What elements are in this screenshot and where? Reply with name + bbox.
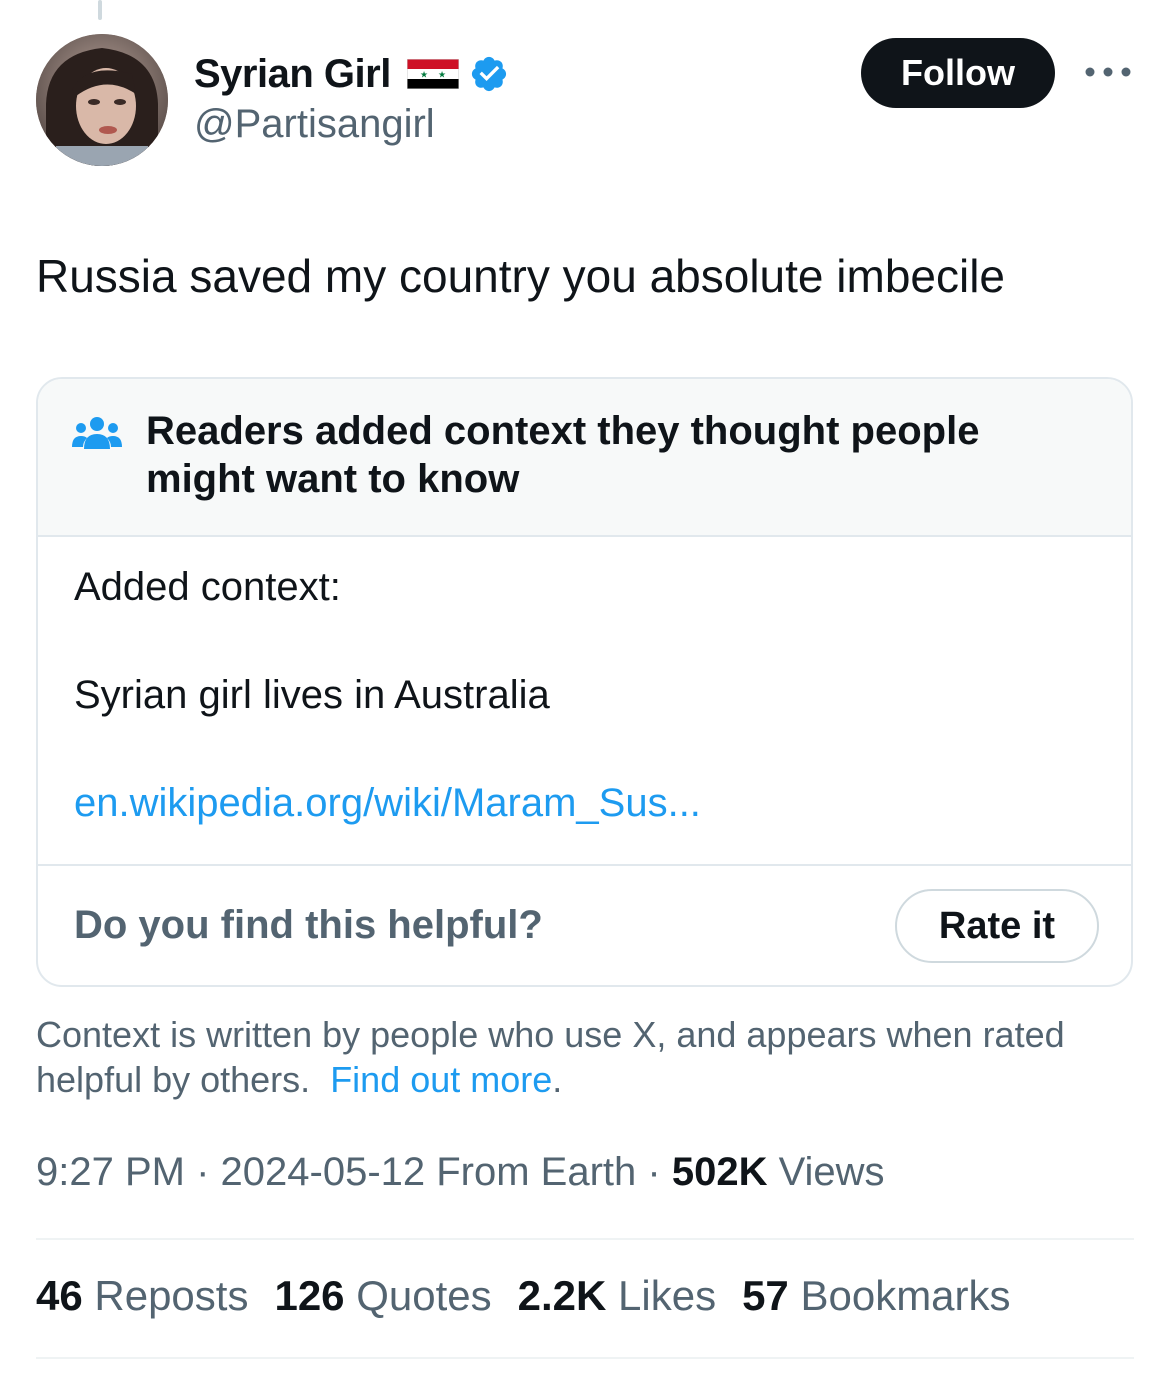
engagement-stats: 46 Reposts 126 Quotes 2.2K Likes 57 Book… [36,1272,1037,1320]
people-group-icon [72,415,122,455]
views-count: 502K [671,1150,768,1194]
avatar[interactable] [36,34,168,166]
community-note-card: Readers added context they thought peopl… [36,377,1133,987]
author-handle[interactable]: @Partisangirl [194,102,435,147]
svg-text:★: ★ [438,71,446,81]
tweet-date-location[interactable]: 2024-05-12 From Earth [221,1150,637,1194]
rate-it-button[interactable]: Rate it [895,889,1099,963]
quotes-label: Quotes [344,1272,492,1319]
added-context-label: Added context: [74,565,341,609]
community-note-header: Readers added context they thought peopl… [38,379,1131,537]
avatar-image [36,34,168,166]
quotes-stat[interactable]: 126 Quotes [274,1272,491,1320]
likes-stat[interactable]: 2.2K Likes [518,1272,716,1320]
more-options-icon[interactable] [1080,54,1136,90]
syria-flag-icon: ★ ★ [406,58,460,90]
community-note-body: Syrian girl lives in Australia [74,673,550,717]
note-divider [38,864,1131,866]
tweet-time[interactable]: 9:27 PM [36,1150,185,1194]
tweet-meta: 9:27 PM · 2024-05-12 From Earth · 502K V… [36,1150,885,1195]
bookmarks-count: 57 [742,1272,789,1319]
likes-count: 2.2K [517,1272,607,1319]
context-info: Context is written by people who use X, … [36,1012,1136,1102]
follow-button[interactable]: Follow [861,38,1055,108]
community-note-link[interactable]: en.wikipedia.org/wiki/Maram_Sus... [74,781,701,826]
divider [36,1357,1134,1359]
reposts-label: Reposts [82,1272,249,1319]
reposts-count: 46 [36,1272,83,1319]
divider [36,1238,1134,1240]
verified-badge-icon[interactable] [469,54,509,94]
meta-separator: · [184,1150,221,1194]
thread-line [98,0,102,20]
likes-label: Likes [606,1272,717,1319]
svg-text:★: ★ [420,71,428,81]
meta-separator: · [636,1150,672,1194]
tweet-text: Russia saved my country you absolute imb… [36,250,1006,302]
quotes-count: 126 [274,1272,345,1319]
views-label: Views [767,1150,885,1194]
bookmarks-label: Bookmarks [788,1272,1011,1319]
author-name-row: Syrian Girl ★ ★ [194,44,509,104]
community-note-title: Readers added context they thought peopl… [146,409,980,501]
context-info-period: . [552,1059,563,1100]
helpful-question: Do you find this helpful? [74,903,543,947]
bookmarks-stat[interactable]: 57 Bookmarks [742,1272,1010,1320]
author-display-name[interactable]: Syrian Girl [194,52,391,97]
reposts-stat[interactable]: 46 Reposts [36,1272,248,1320]
find-out-more-link[interactable]: Find out more [330,1059,552,1100]
